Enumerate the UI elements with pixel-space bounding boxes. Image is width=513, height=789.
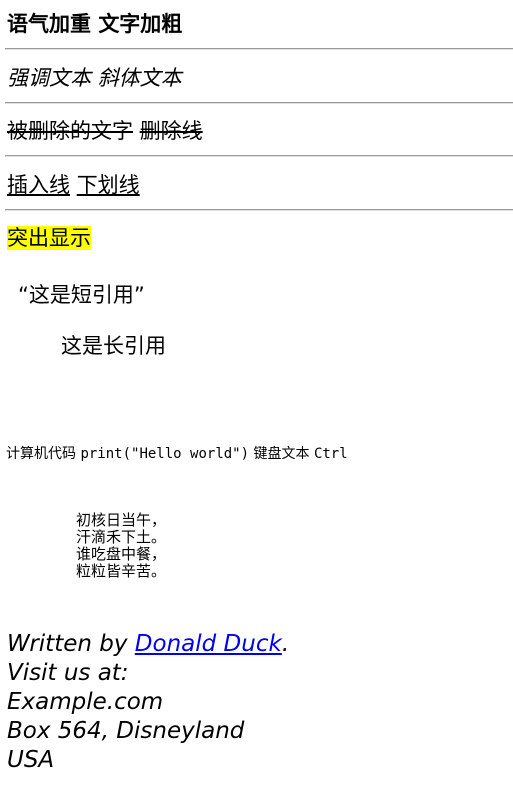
divider-2 bbox=[5, 102, 513, 104]
short-quote: “这是短引用” bbox=[18, 283, 145, 307]
box-text: Box 564, Disneyland bbox=[7, 718, 245, 744]
inserted-line: 插入线 下划线 bbox=[7, 173, 140, 197]
strong-text: 语气加重 bbox=[7, 12, 91, 36]
country-text: USA bbox=[7, 747, 55, 773]
long-quote: 这是长引用 bbox=[61, 334, 166, 358]
inline-code: print("Hello world") bbox=[80, 446, 250, 462]
underline-text: 下划线 bbox=[76, 173, 140, 197]
highlighted-text: 突出显示 bbox=[7, 226, 91, 250]
deleted-text: 被删除的文字 bbox=[7, 119, 133, 143]
poem-block: 初核日当午， 汗滴禾下土。 谁吃盘中餐， 粒粒皆辛苦。 bbox=[76, 512, 166, 580]
poem-line: 初核日当午， bbox=[76, 511, 167, 529]
poem-line: 汗滴禾下土。 bbox=[76, 528, 167, 546]
long-quote-text: 这是长引用 bbox=[61, 334, 166, 358]
code-prefix: 计算机代码 bbox=[6, 446, 76, 462]
mark-line: 突出显示 bbox=[7, 226, 91, 250]
divider-3 bbox=[5, 155, 513, 157]
divider-4 bbox=[5, 209, 513, 211]
emphasis-line: 强调文本 斜体文本 bbox=[7, 66, 182, 90]
inserted-text: 插入线 bbox=[7, 173, 70, 197]
written-by-text: Written by bbox=[7, 631, 128, 657]
address-period: . bbox=[281, 631, 290, 657]
strikethrough-text: 删除线 bbox=[139, 119, 203, 143]
code-line: 计算机代码 print("Hello world") 键盘文本 Ctrl bbox=[6, 446, 348, 462]
visit-text: Visit us at: bbox=[7, 660, 129, 686]
short-quote-text: “这是短引用” bbox=[18, 283, 145, 307]
kbd-text: Ctrl bbox=[313, 446, 348, 462]
poem-line: 粒粒皆辛苦。 bbox=[76, 562, 167, 580]
strong-line: 语气加重 文字加粗 bbox=[7, 12, 182, 36]
italic-text: 斜体文本 bbox=[97, 66, 182, 90]
address-block: Written by Donald Duck. Visit us at: Exa… bbox=[7, 630, 289, 775]
kbd-label: 键盘文本 bbox=[253, 446, 310, 462]
divider-1 bbox=[5, 48, 513, 50]
bold-text: 文字加粗 bbox=[98, 12, 183, 36]
emphasis-text: 强调文本 bbox=[7, 66, 91, 90]
site-text: Example.com bbox=[7, 689, 164, 715]
author-link[interactable]: Donald Duck bbox=[135, 631, 282, 657]
poem-line: 谁吃盘中餐， bbox=[76, 545, 167, 563]
deleted-line: 被删除的文字 删除线 bbox=[7, 119, 203, 143]
